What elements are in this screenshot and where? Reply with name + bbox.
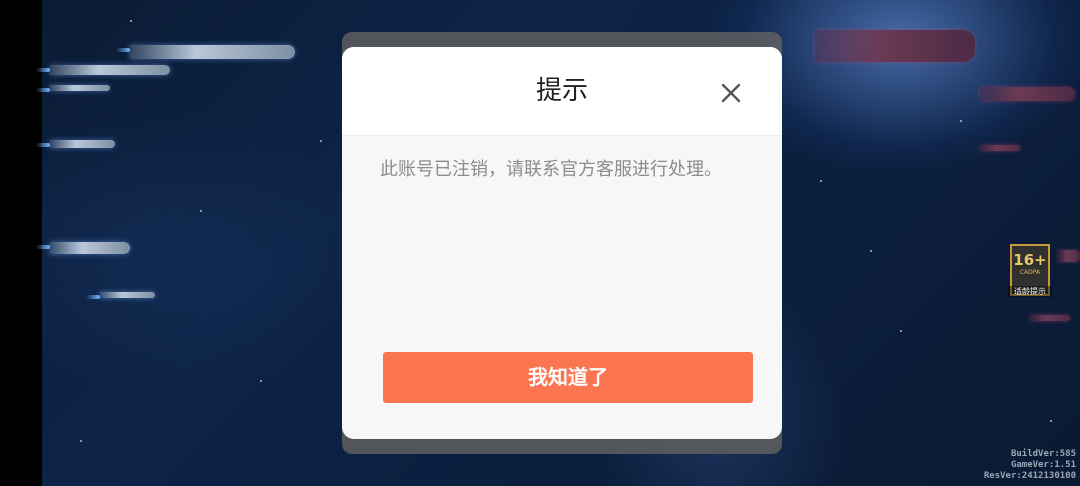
- star: [870, 250, 872, 252]
- notice-dialog: 提示 此账号已注销，请联系官方客服进行处理。 我知道了: [342, 47, 782, 439]
- star: [960, 120, 962, 122]
- res-version: ResVer:2412130100: [983, 471, 1076, 481]
- spaceship: [36, 140, 115, 148]
- dialog-header: 提示: [342, 47, 782, 136]
- age-rating-caption: 适龄提示: [1008, 286, 1052, 297]
- close-button[interactable]: [712, 75, 750, 111]
- age-rating-number: 16+: [1013, 251, 1047, 269]
- left-black-bar: [0, 0, 42, 486]
- star: [200, 210, 202, 212]
- spaceship: [815, 30, 975, 62]
- star: [820, 180, 822, 182]
- close-icon: [721, 83, 741, 103]
- star: [80, 440, 82, 442]
- version-info: BuildVer:585 GameVer:1.51 ResVer:2412130…: [984, 449, 1076, 482]
- star: [260, 380, 262, 382]
- star: [1050, 420, 1052, 422]
- star: [320, 140, 322, 142]
- star: [130, 20, 132, 22]
- spaceship: [980, 87, 1075, 101]
- age-rating-org: CADPA: [1019, 269, 1041, 276]
- spaceship: [1058, 250, 1080, 262]
- build-version: BuildVer:585: [1010, 449, 1076, 459]
- confirm-button[interactable]: 我知道了: [383, 352, 753, 403]
- spaceship: [1030, 315, 1070, 321]
- game-version: GameVer:1.51: [1010, 460, 1076, 470]
- spaceship: [36, 85, 110, 92]
- spaceship: [980, 145, 1020, 151]
- dialog-message: 此账号已注销，请联系官方客服进行处理。: [380, 159, 722, 180]
- spaceship: [36, 242, 130, 254]
- spaceship: [116, 45, 295, 59]
- spaceship: [36, 65, 170, 75]
- star: [900, 330, 902, 332]
- spaceship: [86, 292, 155, 299]
